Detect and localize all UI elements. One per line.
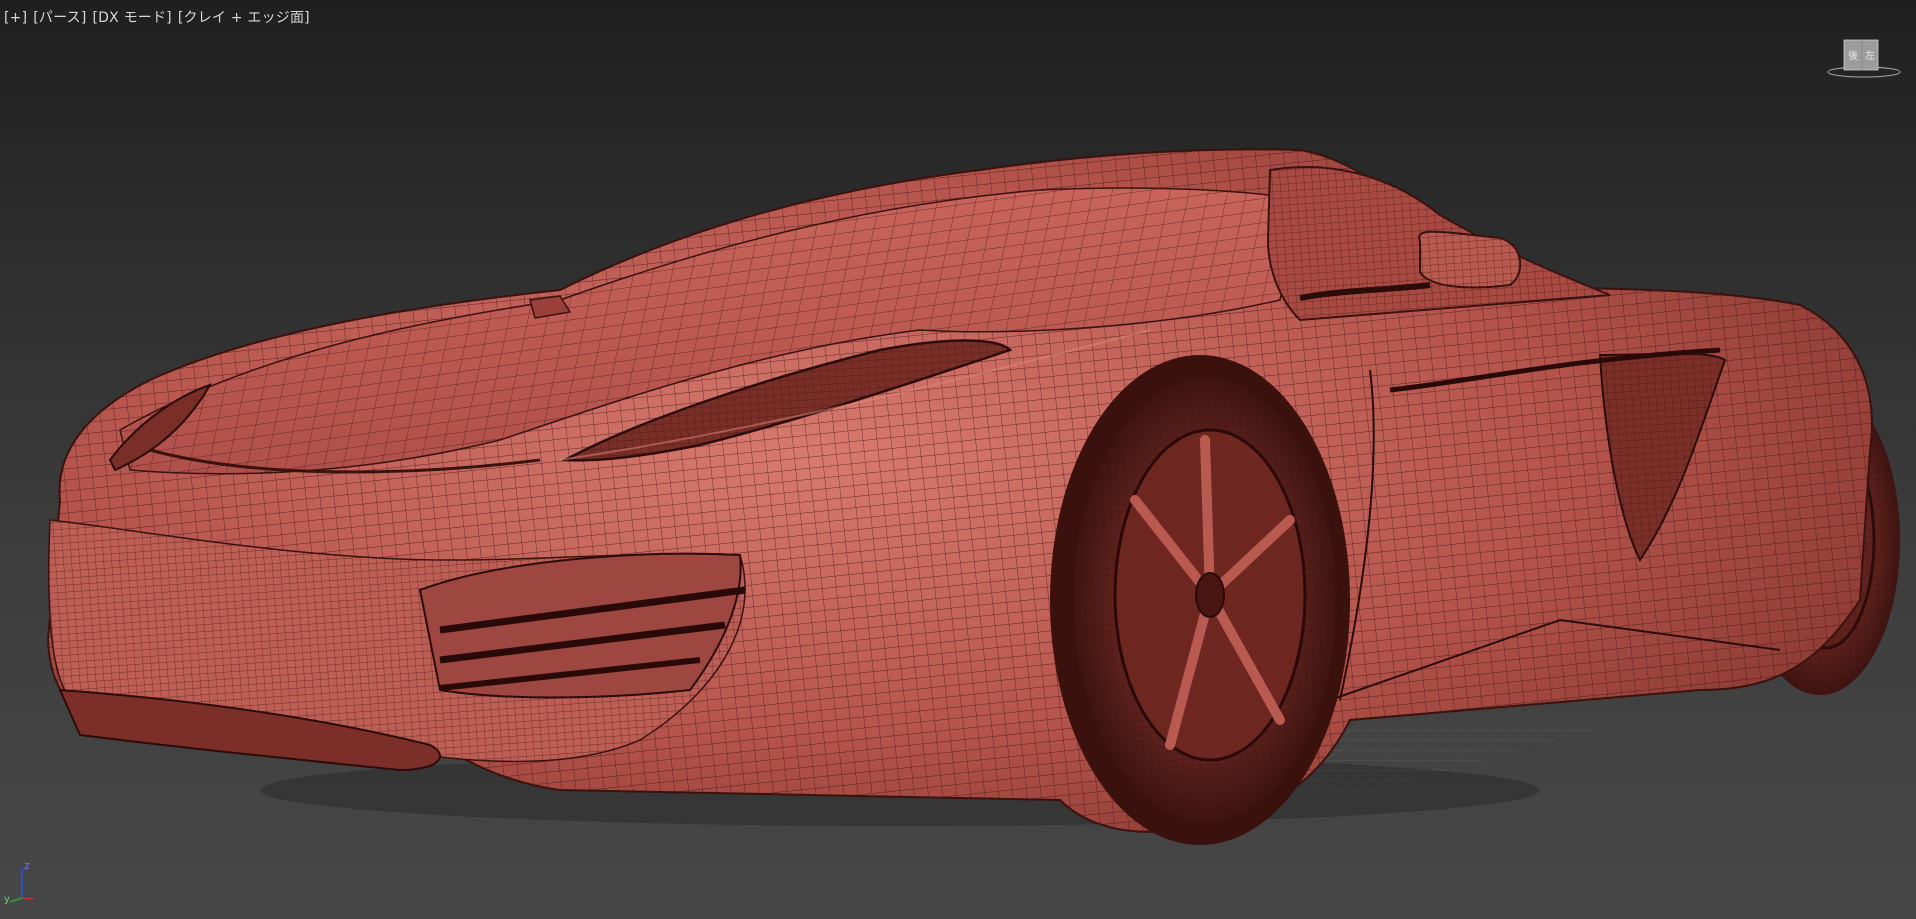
viewport-label-bar: [+] [パース] [DX モード] [クレイ + エッジ面] (4, 7, 316, 27)
axis-y-label: y (4, 894, 10, 904)
axis-z-label: z (24, 859, 30, 872)
front-wheel (1050, 355, 1350, 845)
viewcube-face-back[interactable]: 後 (1848, 49, 1858, 62)
viewcube-face-left[interactable]: 左 (1865, 49, 1875, 62)
viewport-menu-shading[interactable]: [クレイ + エッジ面] (178, 10, 310, 26)
viewport-menu-plus[interactable]: [+] (4, 10, 27, 26)
viewcube[interactable]: 後 左 (1822, 36, 1902, 80)
viewport-menu-dx-mode[interactable]: [DX モード] (93, 10, 172, 26)
viewport-menu-perspective[interactable]: [パース] (33, 10, 86, 26)
axis-tripod: z y x (4, 859, 35, 904)
car-model[interactable] (46, 148, 1900, 845)
front-air-intake (418, 552, 746, 699)
scene-canvas[interactable] (0, 0, 1916, 919)
perspective-viewport[interactable]: [+] [パース] [DX モード] [クレイ + エッジ面] 後 左 z y x (0, 0, 1916, 919)
